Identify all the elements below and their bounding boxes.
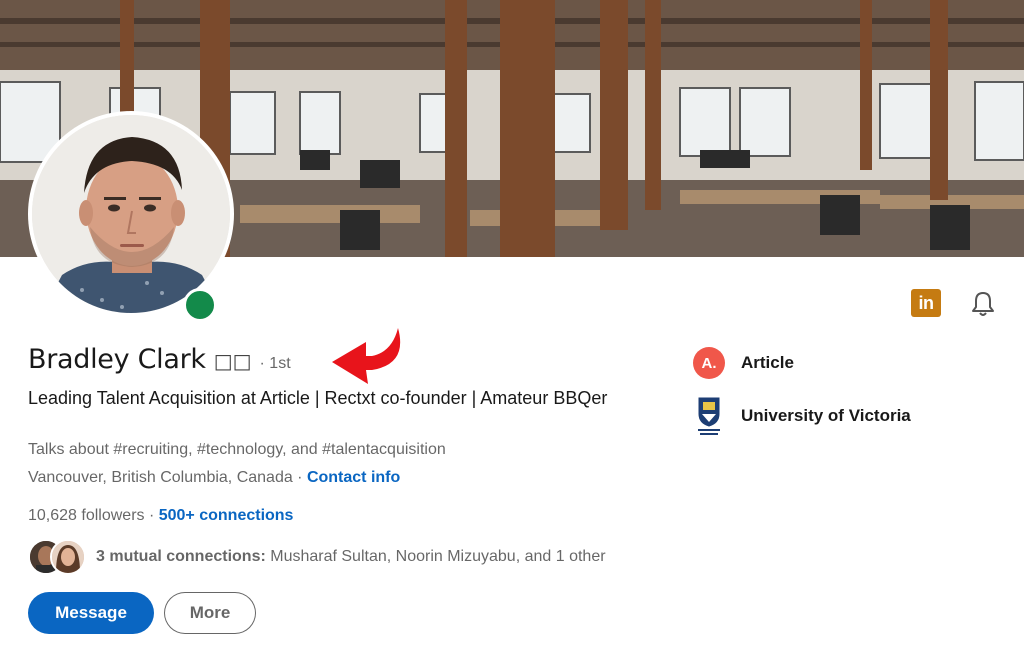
article-logo-icon: A. [693,347,725,379]
message-button[interactable]: Message [28,592,154,634]
contact-info-link[interactable]: Contact info [307,469,400,486]
connection-degree-badge: · 1st [259,355,291,372]
linkedin-badge-icon[interactable]: in [911,289,941,317]
more-button[interactable]: More [164,592,256,634]
school-name: University of Victoria [741,406,911,425]
mutual-connections-label: 3 mutual connections: [96,548,266,565]
profile-name-row: Bradley Clark □□ · 1st [28,344,291,375]
profile-location: Vancouver, British Columbia, Canada [28,469,293,486]
mutual-connections[interactable]: 3 mutual connections: Musharaf Sultan, N… [28,537,606,577]
profile-headline: Leading Talent Acquisition at Article | … [28,388,608,408]
talks-about: Talks about #recruiting, #technology, an… [28,441,446,458]
followers-count: 10,628 followers [28,507,145,524]
mutual-avatar [50,539,86,575]
mutual-connections-text: 3 mutual connections: Musharaf Sultan, N… [96,548,606,566]
profile-photo[interactable] [28,111,234,317]
connections-link[interactable]: 500+ connections [159,507,294,524]
profile-name: Bradley Clark [28,344,206,375]
connections-separator: · [144,507,159,524]
location-row: Vancouver, British Columbia, Canada · Co… [28,469,400,487]
mutual-avatars [28,537,88,577]
online-status-indicator [183,288,217,322]
education-school[interactable]: University of Victoria [693,396,911,436]
mutual-connections-names: Musharaf Sultan, Noorin Mizuyabu, and 1 … [265,548,606,565]
name-emoji-icon: □□ [213,349,252,373]
followers-row: 10,628 followers · 500+ connections [28,507,293,525]
location-separator: · [292,469,307,486]
current-company[interactable]: A. Article [693,347,794,379]
company-name: Article [741,353,794,372]
profile-photo-image [32,115,230,313]
university-crest-icon [693,396,725,436]
bell-icon[interactable] [968,289,998,319]
